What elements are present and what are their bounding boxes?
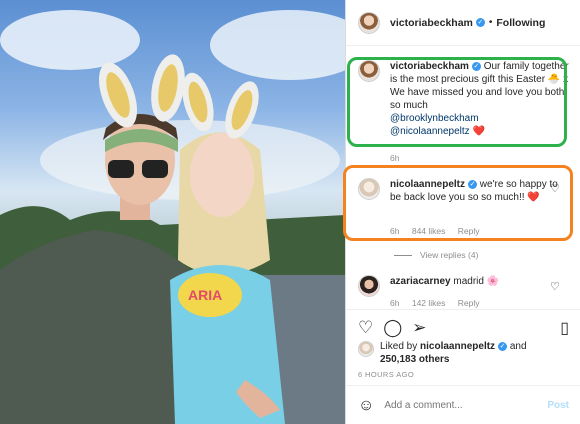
liked-suffix: and bbox=[509, 341, 527, 352]
reply-button[interactable]: Reply bbox=[458, 298, 480, 308]
highlight-box-green bbox=[347, 57, 567, 147]
verified-badge-icon: ✓ bbox=[475, 18, 485, 27]
post-time[interactable]: 6 HOURS AGO bbox=[358, 370, 414, 379]
commenter-avatar[interactable] bbox=[358, 275, 380, 297]
add-comment-bar: ☺ Post bbox=[346, 385, 580, 424]
post-actions: ♡ ◯ ➢ ▯ Liked by nicolaannepeltz ✓ and 25… bbox=[346, 309, 580, 424]
heart-icon[interactable]: ♡ bbox=[358, 318, 373, 338]
comment-author[interactable]: azariacarney bbox=[390, 276, 451, 287]
comment-time: 6h bbox=[390, 298, 400, 308]
highlight-box-orange bbox=[343, 165, 573, 241]
view-replies-button[interactable]: View replies (4) bbox=[394, 250, 478, 260]
liked-user[interactable]: nicolaannepeltz bbox=[420, 341, 495, 352]
verified-badge-icon: ✓ bbox=[498, 341, 508, 351]
flower-emoji: 🌸 bbox=[486, 276, 500, 287]
comment-text-block: azariacarney madrid 🌸 bbox=[390, 275, 558, 297]
comment-input[interactable] bbox=[384, 400, 525, 411]
post-button[interactable]: Post bbox=[547, 400, 569, 411]
post-photo[interactable]: ARIA bbox=[0, 0, 345, 424]
liked-by-text: Liked by nicolaannepeltz ✓ and 250,183 ot… bbox=[380, 340, 527, 366]
action-icons: ♡ ◯ ➢ bbox=[358, 318, 437, 338]
smiley-icon[interactable]: ☺ bbox=[358, 397, 374, 415]
separator-dot: • bbox=[488, 17, 493, 28]
liked-by: Liked by nicolaannepeltz ✓ and 250,183 ot… bbox=[358, 340, 527, 366]
share-icon[interactable]: ➢ bbox=[412, 318, 426, 338]
author-avatar[interactable] bbox=[358, 11, 380, 34]
comment-icon[interactable]: ◯ bbox=[383, 318, 402, 338]
svg-text:ARIA: ARIA bbox=[188, 287, 222, 303]
like-comment-icon[interactable]: ♡ bbox=[550, 280, 560, 293]
following-button[interactable]: Following bbox=[496, 17, 545, 29]
liker-avatar[interactable] bbox=[358, 341, 374, 357]
author-username[interactable]: victoriabeckham bbox=[390, 17, 473, 29]
post-header: victoriabeckham ✓ • Following bbox=[346, 0, 580, 46]
comment-meta: 6h 142 likes Reply bbox=[390, 298, 490, 308]
caption-time: 6h bbox=[390, 153, 400, 163]
comment-likes[interactable]: 142 likes bbox=[412, 298, 446, 308]
liked-count[interactable]: 250,183 others bbox=[380, 354, 450, 365]
comment-text: madrid bbox=[453, 276, 484, 287]
liked-prefix: Liked by bbox=[380, 341, 418, 352]
comment-item: azariacarney madrid 🌸 bbox=[358, 275, 558, 297]
bookmark-icon[interactable]: ▯ bbox=[560, 318, 569, 338]
